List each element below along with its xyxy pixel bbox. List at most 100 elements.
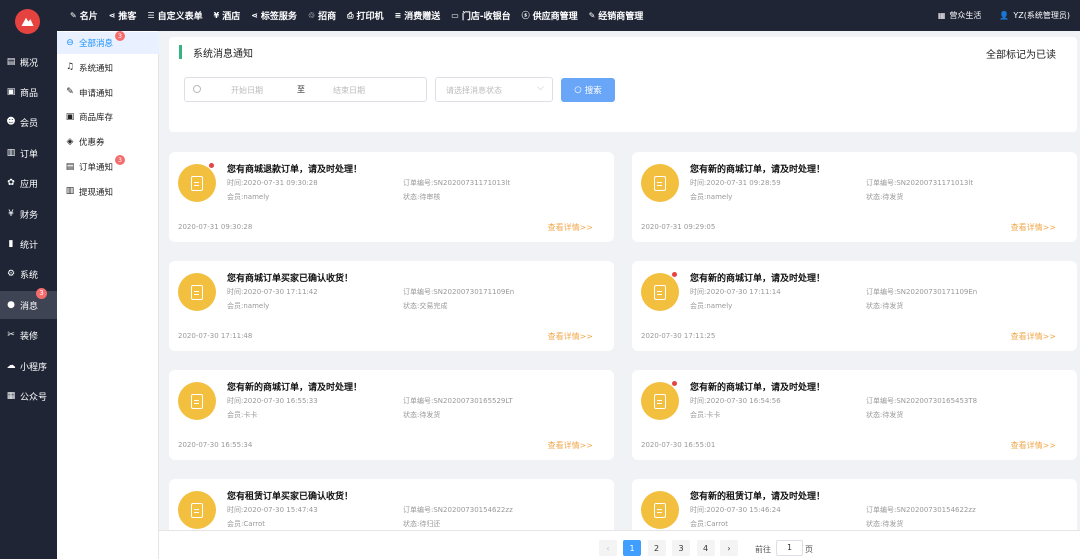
sidebar-item-label: 订单 — [20, 149, 39, 160]
document-icon — [654, 502, 666, 518]
topnav-item[interactable]: ✎ 经销商管理 — [589, 9, 644, 22]
cashier-icon: ▭ — [451, 10, 459, 20]
page-button[interactable]: 3 — [672, 540, 690, 556]
topnav-item[interactable]: ☰ 自定义表单 — [147, 9, 202, 22]
message-order-number: 订单编号:SN20200730171109En — [403, 288, 515, 296]
submenu-item[interactable]: ⊖ 全部消息 3 — [57, 31, 159, 54]
mark-all-read-button[interactable]: 全部标记为已读 — [986, 46, 1056, 61]
message-status-select[interactable]: 请选择消息状态 ⌵ — [435, 77, 553, 102]
status-select-placeholder: 请选择消息状态 — [446, 86, 502, 95]
sidebar-item[interactable]: ¥ 财务 — [0, 200, 57, 228]
topnav-item[interactable]: ⋖ 推客 — [109, 9, 137, 22]
goods-icon: ▣ — [6, 86, 16, 97]
topnav-item[interactable]: ✎ 名片 — [70, 9, 98, 22]
title-accent-bar — [179, 45, 182, 59]
topnav-item[interactable]: ¥ 酒店 — [214, 9, 241, 22]
sidebar-item[interactable]: ▣ 商品 — [0, 78, 57, 106]
user-name: YZ(系统管理员) — [1013, 11, 1070, 20]
message-card[interactable]: 您有新的商城订单，请及时处理！ 时间:2020-07-31 09:28:59 会员:… — [632, 152, 1077, 242]
date-range-picker[interactable]: 开始日期 至 结束日期 — [184, 77, 427, 102]
message-order-number: 订单编号:SN20200731171013lt — [403, 179, 511, 187]
message-card[interactable]: 您有新的商城订单，请及时处理！ 时间:2020-07-30 16:55:33 会员:… — [169, 370, 614, 460]
top-nav: ✎ 名片 ⋖ 推客 ☰ 自定义表单 ¥ 酒店 ⋖ 标签服务 ♲ 招商 ⎙ 打印机 ≡ 消费赠送 ▭ 门店-收银台 ⓢ… — [70, 0, 643, 31]
overview-icon: ▤ — [6, 56, 16, 67]
sidebar-item-label: 装修 — [20, 332, 39, 343]
sidebar-item[interactable]: ▥ 订单 — [0, 139, 57, 167]
message-title: 您有新的商城订单，请及时处理！ — [690, 274, 826, 284]
topnav-item[interactable]: ≡ 消费赠送 — [395, 9, 441, 22]
search-button[interactable]: ○ 搜索 — [561, 78, 615, 102]
view-details-link[interactable]: 查看详情>> — [1011, 440, 1056, 451]
sidebar-item[interactable]: ☻ 会员 — [0, 109, 57, 137]
sidebar-item[interactable]: ▮ 统计 — [0, 230, 57, 258]
submenu-item[interactable]: ◈ 优惠券 — [57, 131, 159, 153]
topnav-item[interactable]: ♲ 招商 — [308, 9, 336, 22]
submenu-item[interactable]: ▣ 商品库存 — [57, 106, 159, 128]
sidebar-item[interactable]: ☁ 小程序 — [0, 352, 57, 380]
submenu-item-label: 系统通知 — [79, 63, 114, 74]
topnav-item[interactable]: ▭ 门店-收银台 — [451, 9, 510, 22]
printer-icon: ⎙ — [347, 10, 354, 20]
sidebar-item[interactable]: ▦ 公众号 — [0, 382, 57, 410]
message-card[interactable]: 您有商城订单买家已确认收货！ 时间:2020-07-30 17:11:42 会员:n… — [169, 261, 614, 351]
all-messages-icon: ⊖ — [66, 37, 74, 48]
message-title: 您有新的商城订单，请及时处理！ — [227, 383, 363, 393]
message-card[interactable]: 您有新的商城订单，请及时处理！ 时间:2020-07-30 16:54:56 会员:… — [632, 370, 1077, 460]
message-timestamp: 2020-07-30 17:11:48 — [178, 332, 253, 340]
user-menu[interactable]: 👤 YZ(系统管理员) — [999, 10, 1070, 21]
topnav-label: 标签服务 — [260, 12, 297, 22]
submenu-item-label: 申请通知 — [79, 88, 114, 99]
submenu-item[interactable]: ▥ 提现通知 — [57, 181, 159, 203]
top-right: ▦ 营众生活 👤 YZ(系统管理员) — [938, 0, 1070, 31]
submenu-item[interactable]: ✎ 申请通知 — [57, 82, 159, 104]
prev-page-button[interactable]: ‹ — [599, 540, 617, 556]
order-icon: ▥ — [6, 147, 16, 158]
view-details-link[interactable]: 查看详情>> — [548, 440, 593, 451]
message-time: 时间:2020-07-31 09:28:59 — [690, 179, 781, 187]
share-icon: ⋖ — [251, 10, 258, 20]
message-status: 状态:待发货 — [866, 520, 904, 528]
finance-icon: ¥ — [8, 208, 14, 219]
message-order-number: 订单编号:SN20200730165529LT — [403, 397, 513, 405]
sidebar-item-label: 小程序 — [20, 362, 48, 373]
message-member: 会员:卡卡 — [227, 411, 258, 419]
sidebar-item[interactable]: ⚙ 系统 — [0, 261, 57, 289]
message-title: 您有租赁订单买家已确认收货！ — [227, 492, 354, 502]
goto-page-input[interactable]: 1 — [776, 540, 803, 556]
page-button[interactable]: 1 — [623, 540, 641, 556]
next-page-button[interactable]: › — [720, 540, 738, 556]
submenu-item[interactable]: ♫ 系统通知 — [57, 57, 159, 79]
sidebar-item[interactable]: ▤ 概况 — [0, 48, 57, 76]
start-date-input[interactable]: 开始日期 — [231, 85, 263, 96]
end-date-input[interactable]: 结束日期 — [333, 85, 365, 96]
message-title: 您有新的商城订单，请及时处理！ — [690, 383, 826, 393]
sidebar-item[interactable]: ● 消息 3 — [0, 288, 57, 320]
message-timestamp: 2020-07-30 16:55:01 — [641, 441, 716, 449]
message-card[interactable]: 您有新的商城订单，请及时处理！ 时间:2020-07-30 17:11:14 会员:… — [632, 261, 1077, 351]
message-status: 状态:待审核 — [403, 193, 441, 201]
topnav-item[interactable]: ⎙ 打印机 — [347, 9, 383, 22]
message-order-number: 订单编号:SN20200731171013lt — [866, 179, 974, 187]
message-time: 时间:2020-07-30 16:55:33 — [227, 397, 318, 405]
message-card[interactable]: 您有商城退款订单，请及时处理！ 时间:2020-07-31 09:30:28 会员:… — [169, 152, 614, 242]
submenu-item[interactable]: ▤ 订单通知 3 — [57, 155, 159, 178]
app-logo[interactable] — [15, 9, 40, 34]
topnav-label: 消费赠送 — [404, 12, 441, 22]
view-details-link[interactable]: 查看详情>> — [1011, 222, 1056, 233]
topnav-item[interactable]: ⋖ 标签服务 — [251, 9, 297, 22]
view-details-link[interactable]: 查看详情>> — [548, 222, 593, 233]
sidebar-item[interactable]: ✂ 装修 — [0, 322, 57, 350]
message-status: 状态:待归还 — [403, 520, 441, 528]
page-button[interactable]: 4 — [696, 540, 715, 556]
unread-badge: 3 — [115, 31, 125, 41]
store-switch[interactable]: ▦ 营众生活 — [938, 10, 982, 21]
view-details-link[interactable]: 查看详情>> — [548, 331, 593, 342]
message-status: 状态:待发货 — [866, 302, 904, 310]
submenu-item-label: 商品库存 — [79, 113, 114, 124]
chevron-down-icon: ⌵ — [537, 83, 544, 93]
sidebar-item[interactable]: ✿ 应用 — [0, 170, 57, 198]
topnav-item[interactable]: ⓢ 供应商管理 — [522, 9, 578, 22]
settings-icon: ⚙ — [6, 269, 16, 280]
view-details-link[interactable]: 查看详情>> — [1011, 331, 1056, 342]
page-button[interactable]: 2 — [647, 540, 666, 556]
